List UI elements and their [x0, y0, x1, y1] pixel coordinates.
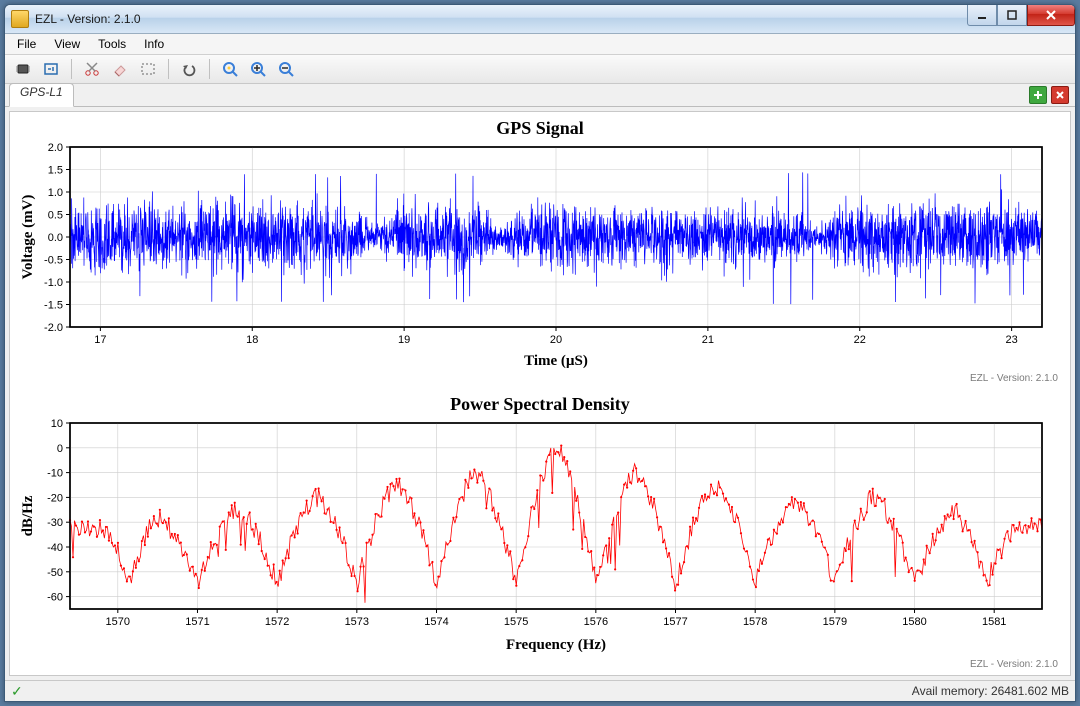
- psd-watermark: EZL - Version: 2.1.0: [16, 657, 1064, 676]
- titlebar[interactable]: EZL - Version: 2.1.0: [5, 5, 1075, 34]
- window-close-button[interactable]: [1027, 5, 1075, 26]
- svg-text:1575: 1575: [504, 616, 528, 628]
- psd-chart-title: Power Spectral Density: [16, 390, 1064, 417]
- svg-text:21: 21: [702, 334, 714, 346]
- menu-info[interactable]: Info: [136, 35, 172, 53]
- marquee-icon[interactable]: [136, 57, 160, 81]
- app-window: EZL - Version: 2.1.0 File View Tools Inf…: [4, 4, 1076, 702]
- svg-text:1.0: 1.0: [48, 187, 63, 199]
- toolbar-separator: [209, 59, 210, 79]
- svg-text:20: 20: [550, 334, 562, 346]
- svg-text:Time (µS): Time (µS): [524, 353, 588, 369]
- svg-text:23: 23: [1006, 334, 1018, 346]
- svg-text:17: 17: [94, 334, 106, 346]
- signal-chart-title: GPS Signal: [16, 114, 1064, 141]
- svg-text:1.5: 1.5: [48, 164, 63, 176]
- svg-text:0: 0: [57, 442, 63, 454]
- menu-view[interactable]: View: [46, 35, 88, 53]
- menu-tools[interactable]: Tools: [90, 35, 134, 53]
- svg-text:-20: -20: [47, 492, 63, 504]
- undo-icon[interactable]: [177, 57, 201, 81]
- svg-text:22: 22: [854, 334, 866, 346]
- svg-text:-1.5: -1.5: [44, 299, 63, 311]
- menu-file[interactable]: File: [9, 35, 44, 53]
- svg-text:Voltage (mV): Voltage (mV): [20, 194, 36, 279]
- zoom-out-icon[interactable]: [274, 57, 298, 81]
- signal-chart-block: GPS Signal -2.0 -1.5 -1.0 -0.5 0.0 0.5 1.0 1.5 2…: [16, 114, 1064, 390]
- chart-area: GPS Signal -2.0 -1.5 -1.0 -0.5 0.0 0.5 1.0 1.5 2…: [9, 111, 1071, 676]
- svg-text:10: 10: [51, 418, 63, 430]
- svg-text:2.0: 2.0: [48, 142, 63, 154]
- menubar: File View Tools Info: [5, 34, 1075, 55]
- window-maximize-button[interactable]: [997, 5, 1027, 26]
- eraser-icon[interactable]: [108, 57, 132, 81]
- window-title: EZL - Version: 2.1.0: [35, 12, 141, 26]
- svg-text:1581: 1581: [982, 616, 1006, 628]
- svg-text:-40: -40: [47, 542, 63, 554]
- toolbar-separator: [71, 59, 72, 79]
- svg-text:1578: 1578: [743, 616, 767, 628]
- svg-text:1572: 1572: [265, 616, 289, 628]
- svg-text:1573: 1573: [345, 616, 369, 628]
- svg-text:-0.5: -0.5: [44, 254, 63, 266]
- svg-text:Frequency (Hz): Frequency (Hz): [506, 637, 606, 653]
- tab-gps-l1[interactable]: GPS-L1: [9, 83, 74, 107]
- app-icon: [11, 10, 29, 28]
- svg-text:1574: 1574: [424, 616, 448, 628]
- toolbar-separator: [168, 59, 169, 79]
- tab-close-button[interactable]: [1051, 86, 1069, 104]
- svg-text:-1.0: -1.0: [44, 277, 63, 289]
- svg-text:-2.0: -2.0: [44, 322, 63, 334]
- psd-plot[interactable]: -60 -50 -40 -30 -20 -10 0 10 1570 1571 1572 1573 157…: [16, 417, 1052, 657]
- zoom-in-icon[interactable]: [246, 57, 270, 81]
- svg-text:18: 18: [246, 334, 258, 346]
- status-check-icon: ✓: [11, 683, 23, 700]
- svg-text:1580: 1580: [902, 616, 926, 628]
- psd-plot-wrap[interactable]: -60 -50 -40 -30 -20 -10 0 10 1570 1571 1572 1573 157…: [16, 417, 1064, 657]
- svg-text:dB/Hz: dB/Hz: [20, 495, 36, 536]
- signal-watermark: EZL - Version: 2.1.0: [16, 371, 1064, 390]
- svg-text:0.0: 0.0: [48, 232, 63, 244]
- svg-text:-60: -60: [47, 591, 63, 603]
- window-minimize-button[interactable]: [967, 5, 997, 26]
- io-icon[interactable]: [39, 57, 63, 81]
- signal-plot-wrap[interactable]: -2.0 -1.5 -1.0 -0.5 0.0 0.5 1.0 1.5 2.0 17 18 19 20 2…: [16, 141, 1064, 371]
- svg-text:1579: 1579: [823, 616, 847, 628]
- svg-text:1576: 1576: [584, 616, 608, 628]
- tab-strip: GPS-L1: [5, 84, 1075, 107]
- signal-plot[interactable]: -2.0 -1.5 -1.0 -0.5 0.0 0.5 1.0 1.5 2.0 17 18 19 20 2…: [16, 141, 1052, 371]
- tab-add-button[interactable]: [1029, 86, 1047, 104]
- svg-text:1570: 1570: [106, 616, 130, 628]
- svg-text:1571: 1571: [185, 616, 209, 628]
- svg-text:19: 19: [398, 334, 410, 346]
- toolbar: [5, 55, 1075, 84]
- svg-text:1577: 1577: [663, 616, 687, 628]
- status-memory: Avail memory: 26481.602 MB: [912, 684, 1069, 698]
- chip-icon[interactable]: [11, 57, 35, 81]
- psd-chart-block: Power Spectral Density -60 -50 -40 -30 -20 -1…: [16, 390, 1064, 676]
- zoom-fit-icon[interactable]: [218, 57, 242, 81]
- svg-text:-50: -50: [47, 566, 63, 578]
- statusbar: ✓ Avail memory: 26481.602 MB: [5, 680, 1075, 701]
- svg-text:-30: -30: [47, 517, 63, 529]
- svg-text:-10: -10: [47, 467, 63, 479]
- svg-text:0.5: 0.5: [48, 209, 63, 221]
- scissors-icon[interactable]: [80, 57, 104, 81]
